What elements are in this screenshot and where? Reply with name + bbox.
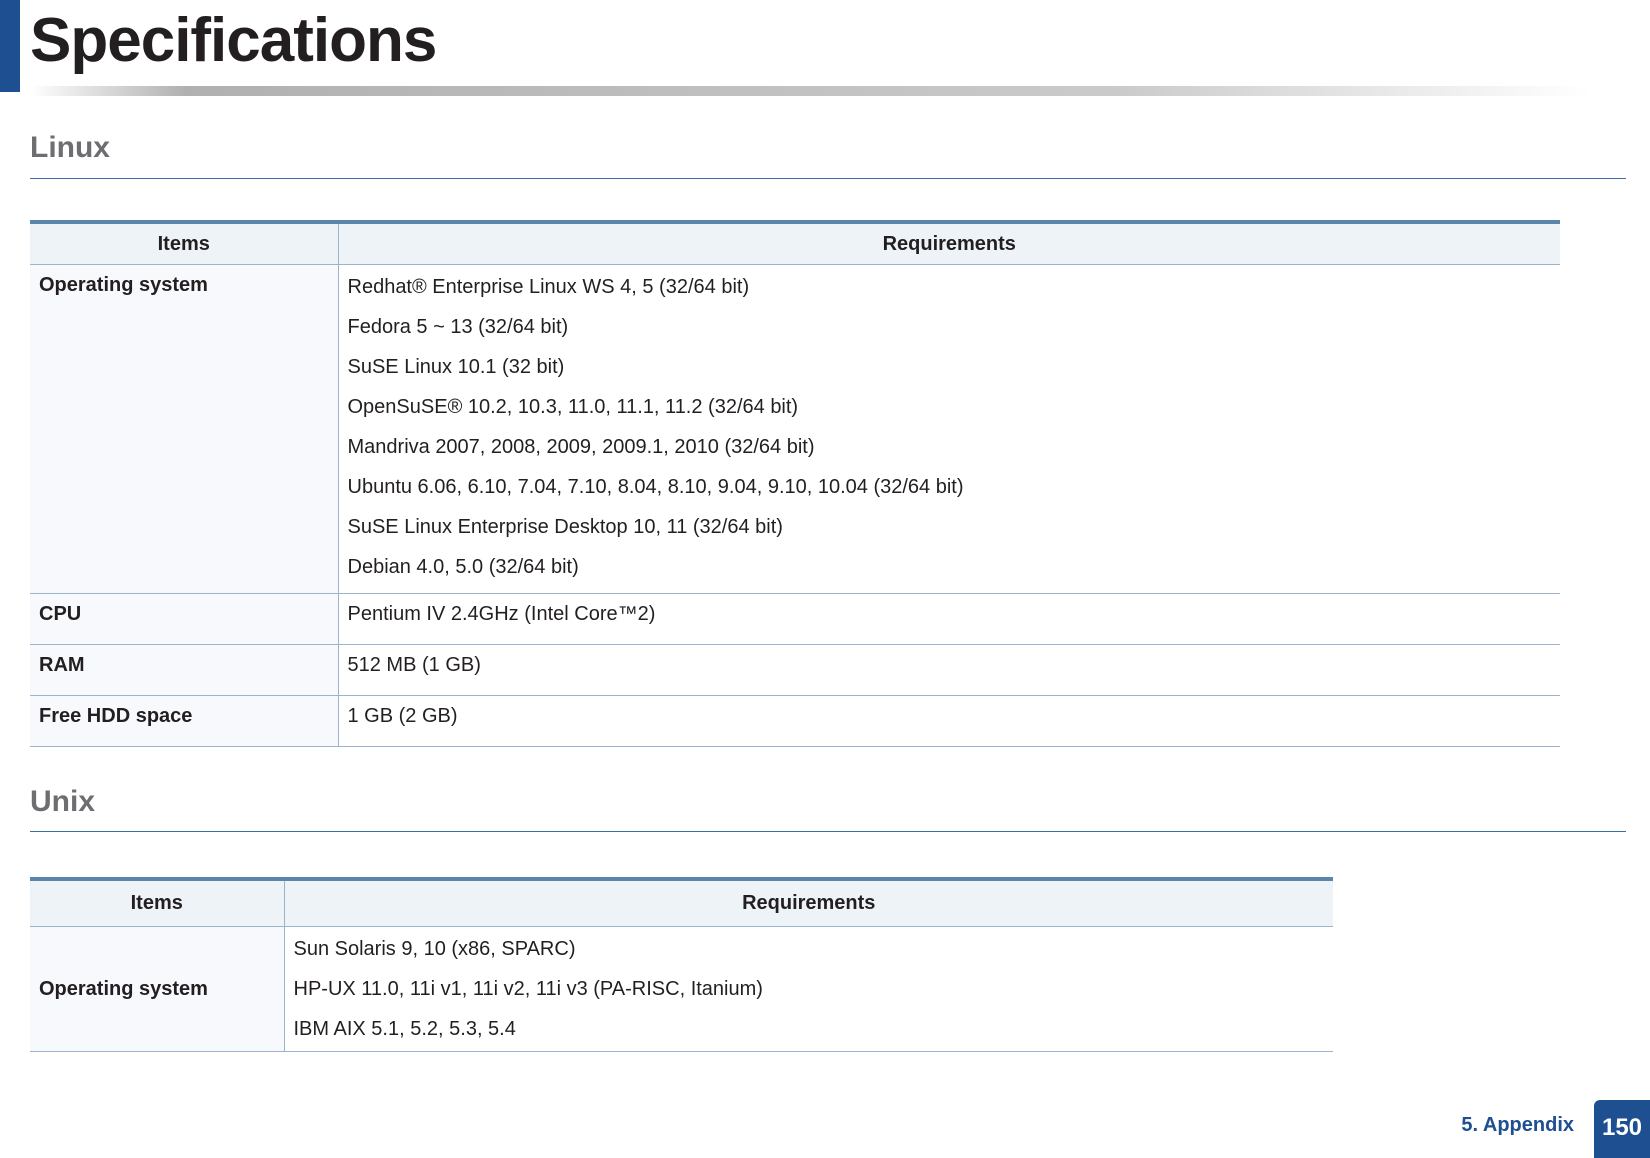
requirement-line: IBM AIX 5.1, 5.2, 5.3, 5.4 <box>293 1018 516 1040</box>
item-cell: CPU <box>30 593 339 645</box>
table-row: CPU Pentium IV 2.4GHz (Intel Core™2) <box>30 593 1560 645</box>
requirements-cell: 1 GB (2 GB) <box>338 695 1560 747</box>
column-header-requirements: Requirements <box>337 220 1560 265</box>
requirements-cell: Pentium IV 2.4GHz (Intel Core™2) <box>338 593 1560 645</box>
table-row: Operating system Redhat® Enterprise Linu… <box>30 264 1560 594</box>
section-heading-linux: Linux <box>30 131 110 164</box>
requirement-line: Debian 4.0, 5.0 (32/64 bit) <box>347 556 579 578</box>
requirements-cell: 512 MB (1 GB) <box>338 644 1560 696</box>
requirement-line: SuSE Linux Enterprise Desktop 10, 11 (32… <box>347 516 783 538</box>
requirements-cell: Redhat® Enterprise Linux WS 4, 5 (32/64 … <box>338 264 1560 594</box>
left-accent-bar <box>0 0 20 92</box>
unix-requirements-table: Items Requirements Operating system Sun … <box>30 877 1333 1052</box>
requirement-line: OpenSuSE® 10.2, 10.3, 11.0, 11.1, 11.2 (… <box>347 396 799 418</box>
requirement-line: Mandriva 2007, 2008, 2009, 2009.1, 2010 … <box>347 436 815 458</box>
item-cell: Operating system <box>30 264 339 594</box>
linux-requirements-table: Items Requirements Operating system Redh… <box>30 220 1560 747</box>
table-row: RAM 512 MB (1 GB) <box>30 644 1560 696</box>
title-divider <box>30 86 1590 96</box>
section-divider-unix <box>30 831 1626 832</box>
page-number-badge: 150 <box>1594 1100 1650 1158</box>
section-heading-unix: Unix <box>30 785 96 818</box>
requirement-line: SuSE Linux 10.1 (32 bit) <box>347 356 565 378</box>
table-row: Operating system Sun Solaris 9, 10 (x86,… <box>30 926 1333 1052</box>
table-header-row: Items Requirements <box>30 220 1560 265</box>
page-title: Specifications <box>30 6 437 75</box>
requirement-line: Fedora 5 ~ 13 (32/64 bit) <box>347 316 569 338</box>
column-header-items: Items <box>30 877 284 927</box>
requirement-line: HP-UX 11.0, 11i v1, 11i v2, 11i v3 (PA-R… <box>293 978 763 1000</box>
requirements-cell: Sun Solaris 9, 10 (x86, SPARC) HP-UX 11.… <box>284 926 1333 1052</box>
column-header-requirements: Requirements <box>283 877 1333 927</box>
item-cell: RAM <box>30 644 339 696</box>
requirement-line: Ubuntu 6.06, 6.10, 7.04, 7.10, 8.04, 8.1… <box>347 476 964 498</box>
table-header-row: Items Requirements <box>30 877 1333 927</box>
footer-section-label: 5. Appendix <box>1461 1114 1574 1136</box>
requirement-line: Redhat® Enterprise Linux WS 4, 5 (32/64 … <box>347 276 750 298</box>
requirement-line: Sun Solaris 9, 10 (x86, SPARC) <box>293 938 576 960</box>
item-cell: Free HDD space <box>30 695 339 747</box>
table-row: Free HDD space 1 GB (2 GB) <box>30 695 1560 747</box>
column-header-items: Items <box>30 220 338 265</box>
section-divider-linux <box>30 178 1626 179</box>
item-cell: Operating system <box>30 926 285 1052</box>
